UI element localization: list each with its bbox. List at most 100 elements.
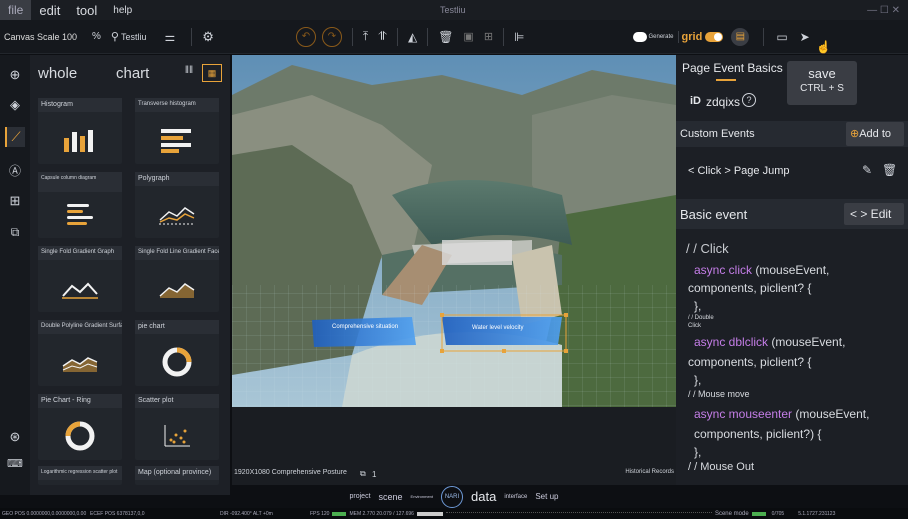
tab-data[interactable]: data bbox=[471, 489, 496, 504]
card-label: Capsule column diagram bbox=[38, 172, 122, 192]
custom-events-row: Custom Events ⊕Add to bbox=[676, 121, 908, 147]
chart-card-pie-ring[interactable]: Pie Chart - Ring bbox=[38, 394, 122, 460]
memory-bar bbox=[416, 511, 443, 516]
delete-icon[interactable]: 🗑 bbox=[438, 30, 453, 44]
widgets-icon[interactable]: ⧉ bbox=[5, 222, 25, 242]
redo-icon[interactable]: ↷ bbox=[321, 26, 342, 47]
settings-icon[interactable]: ⚙ bbox=[202, 29, 214, 45]
chart-card-transverse-histogram[interactable]: Transverse histogram bbox=[135, 98, 219, 164]
object-count: 0/705 bbox=[771, 510, 785, 517]
panel-title[interactable]: Page Event Basics bbox=[682, 61, 783, 75]
scatter-plot-icon bbox=[135, 412, 219, 460]
card-label: Scatter plot bbox=[135, 394, 219, 408]
ungroup-icon[interactable]: ⊞ bbox=[484, 30, 493, 43]
chart-card-map[interactable]: Map (optional province) bbox=[135, 466, 219, 485]
tab-whole[interactable]: whole bbox=[38, 65, 77, 82]
menu-tool[interactable]: tool bbox=[68, 3, 105, 18]
code-text: (mouseEvent, bbox=[768, 335, 846, 349]
components-icon[interactable]: ⊕ bbox=[5, 65, 25, 85]
window-controls[interactable]: — ☐ ✕ bbox=[867, 5, 900, 16]
chart-card-double-polyline-gradient[interactable]: Double Polyline Gradient Surface... bbox=[38, 320, 122, 386]
capsule-column-icon bbox=[38, 190, 122, 238]
publish-icon[interactable]: ➤ bbox=[800, 30, 810, 44]
card-label: Transverse histogram bbox=[135, 98, 219, 112]
double-polyline-gradient-icon bbox=[38, 338, 122, 386]
sliders-icon[interactable]: ⚌ bbox=[164, 30, 175, 44]
tab-environment[interactable]: Environment bbox=[411, 494, 433, 499]
tab-scene[interactable]: scene bbox=[379, 492, 403, 502]
chart-card-capsule-column[interactable]: Capsule column diagram bbox=[38, 172, 122, 238]
code-text: }, bbox=[694, 445, 702, 459]
code-text: (mouseEvent, bbox=[792, 407, 870, 421]
preview-icon[interactable]: ▭ bbox=[776, 30, 787, 44]
globe-icon[interactable]: ⊛ bbox=[5, 427, 25, 447]
single-fold-line-gradient-icon bbox=[135, 264, 219, 312]
align-top-icon[interactable]: ⤒ bbox=[363, 29, 368, 44]
table-icon[interactable]: ⊞ bbox=[5, 191, 25, 211]
card-label: Histogram bbox=[38, 98, 122, 112]
canvas-scale-unit[interactable]: % bbox=[92, 31, 101, 42]
histogram-icon bbox=[38, 116, 122, 164]
basic-event-row: Basic event < > Edit bbox=[676, 199, 908, 229]
align-left-icon[interactable]: ⊫ bbox=[514, 30, 524, 44]
historical-records[interactable]: Historical Records bbox=[625, 469, 674, 475]
keyboard-icon[interactable]: ⌨ bbox=[5, 453, 25, 473]
toolbar: Canvas Scale 100 % ⚲ Testliu ⚌ ⚙ ↶ ↷ ⤒ ⥣… bbox=[0, 20, 908, 54]
generate-toggle[interactable] bbox=[632, 31, 647, 42]
scene-mode[interactable]: Scene mode bbox=[715, 511, 749, 517]
menu-file[interactable]: file bbox=[0, 0, 32, 20]
layer-count: 1 bbox=[372, 470, 377, 479]
scene-mode-bar bbox=[751, 511, 766, 516]
align-up-icon[interactable]: ⥣ bbox=[378, 29, 387, 44]
list-view-icon[interactable]: ‖‖ bbox=[180, 65, 198, 81]
generate-label: Generate bbox=[648, 33, 674, 40]
label-comprehensive-situation[interactable]: Comprehensive situation bbox=[332, 323, 402, 331]
chart-card-single-fold-gradient[interactable]: Single Fold Gradient Graph bbox=[38, 246, 122, 312]
tab-project[interactable]: project bbox=[350, 493, 371, 500]
chart-card-single-fold-line-gradient[interactable]: Single Fold Line Gradient Face... bbox=[135, 246, 219, 312]
chart-card-scatter-plot[interactable]: Scatter plot bbox=[135, 394, 219, 460]
text-icon[interactable]: Ⓐ bbox=[5, 160, 25, 180]
delete-event-icon[interactable]: 🗑 bbox=[882, 163, 897, 177]
code-text: components, piclient?) { bbox=[694, 427, 822, 441]
nari-logo: NARI bbox=[441, 485, 464, 508]
scene-viewport[interactable]: Comprehensive situation Water level velo… bbox=[232, 55, 676, 407]
geo-pos: GEO POS 0.0000000,0.0000000,0.00 bbox=[2, 510, 87, 517]
brush-icon[interactable]: ◭ bbox=[408, 30, 417, 44]
menu-help[interactable]: help bbox=[105, 5, 140, 16]
status-bar: GEO POS 0.0000000,0.0000000,0.00 ECEF PO… bbox=[0, 508, 908, 519]
label-water-level-velocity[interactable]: Water level velocity bbox=[472, 325, 523, 331]
chart-card-polygraph[interactable]: Polygraph bbox=[135, 172, 219, 238]
edit-event-icon[interactable]: ✎ bbox=[862, 163, 872, 177]
chart-card-log-regression[interactable]: Logarithmic regression scatter plot bbox=[38, 466, 122, 485]
chart-card-histogram[interactable]: Histogram bbox=[38, 98, 122, 164]
code-editor[interactable]: / / Click async click (mouseEvent, compo… bbox=[676, 239, 908, 485]
edit-code-button[interactable]: < > Edit bbox=[844, 203, 904, 225]
id-label: iD bbox=[690, 95, 701, 107]
save-icon[interactable]: ▤ bbox=[731, 27, 750, 46]
ecef-pos: ECEF POS 6378137,0,0 bbox=[90, 510, 145, 517]
code-comment: / / Mouse Out bbox=[688, 461, 755, 473]
tab-interface[interactable]: interface bbox=[504, 494, 527, 500]
card-label: Single Fold Gradient Graph bbox=[38, 246, 122, 260]
grid-toggle[interactable] bbox=[705, 31, 724, 42]
grid-label: grid bbox=[681, 30, 703, 43]
layers-count-icon[interactable]: ⧉ bbox=[360, 469, 366, 479]
chart-card-pie-chart[interactable]: pie chart bbox=[135, 320, 219, 386]
tab-setup[interactable]: Set up bbox=[535, 492, 558, 501]
cursor-icon: ☝ bbox=[816, 40, 831, 54]
undo-icon[interactable]: ↶ bbox=[295, 26, 316, 47]
help-icon[interactable]: ? bbox=[742, 93, 756, 107]
grid-view-icon[interactable]: ▦ bbox=[202, 64, 222, 82]
event-item-page-jump[interactable]: < Click > Page Jump bbox=[688, 165, 790, 177]
layers-icon[interactable]: ◈ bbox=[5, 95, 25, 115]
code-comment: Click bbox=[688, 323, 701, 329]
add-event-button[interactable]: ⊕Add to bbox=[846, 122, 904, 146]
code-text: }, bbox=[694, 373, 702, 387]
window-title: Testliu bbox=[440, 5, 466, 15]
project-name[interactable]: Testliu bbox=[121, 32, 147, 42]
menu-edit[interactable]: edit bbox=[31, 3, 68, 18]
tab-chart[interactable]: chart bbox=[116, 65, 149, 82]
chart-icon[interactable]: ⟋ bbox=[5, 127, 25, 147]
group-icon[interactable]: ▣ bbox=[463, 30, 473, 43]
